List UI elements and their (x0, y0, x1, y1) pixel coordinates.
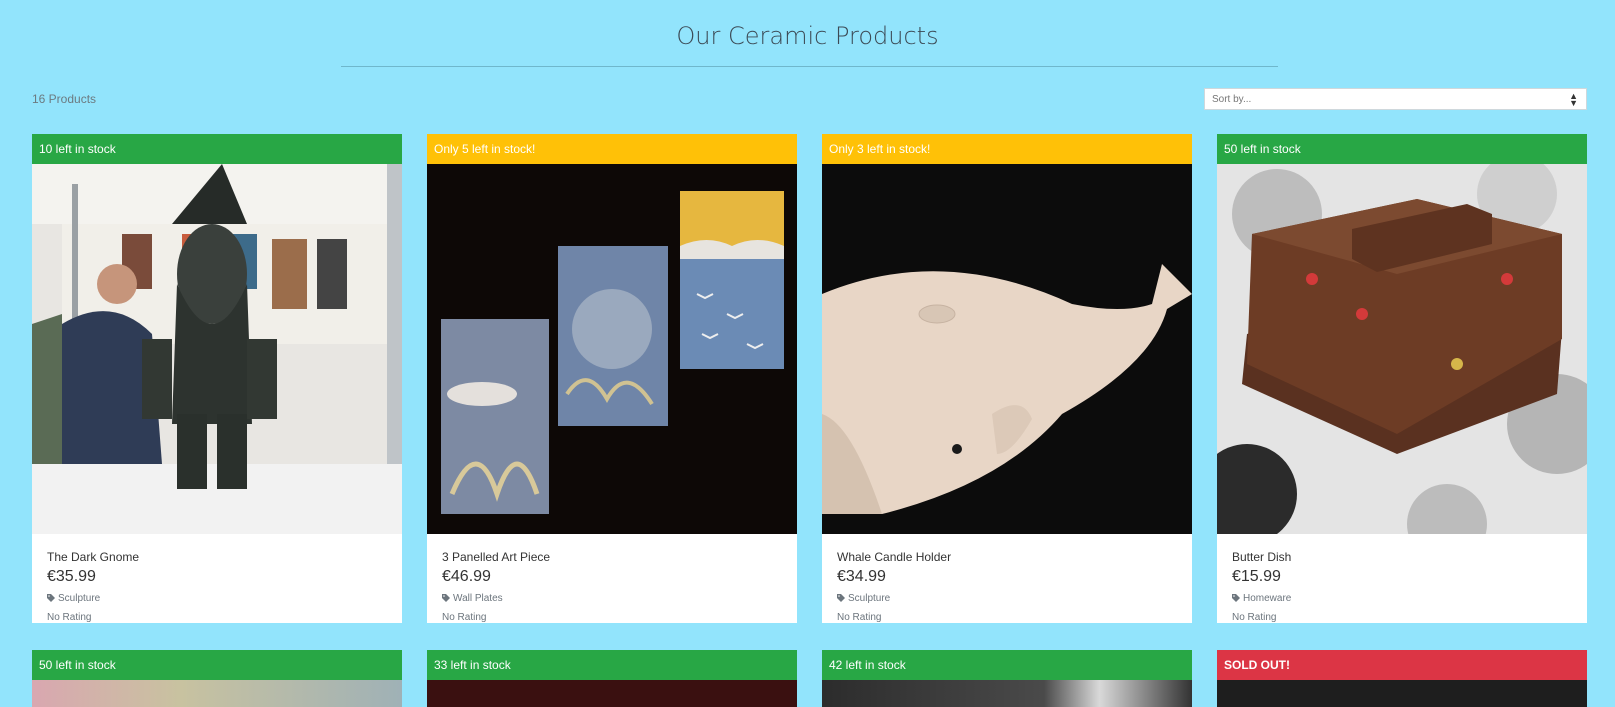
product-card[interactable]: Only 3 left in stock! Whale Candle Holde… (822, 134, 1192, 623)
product-count: 16 Products (32, 92, 97, 106)
page-title: Our Ceramic Products (676, 22, 939, 50)
product-name[interactable]: 3 Panelled Art Piece (442, 550, 782, 564)
sort-placeholder: Sort by... (1212, 94, 1252, 105)
stock-badge: Only 3 left in stock! (822, 134, 1192, 164)
product-image[interactable] (1217, 164, 1587, 534)
sort-arrows-icon: ▲ ▼ (1569, 91, 1578, 108)
product-card[interactable]: 50 left in stock (32, 650, 402, 707)
product-category[interactable]: Sculpture (837, 593, 1177, 604)
product-card[interactable]: Only 5 left in stock! 3 Panelled Art Pie… (427, 134, 797, 623)
tag-icon (1232, 594, 1240, 602)
product-price: €15.99 (1232, 568, 1281, 585)
product-image[interactable] (427, 680, 797, 707)
stock-badge: 50 left in stock (1217, 134, 1587, 164)
product-rating: No Rating (442, 612, 487, 623)
product-image[interactable] (427, 164, 797, 534)
tag-icon (442, 594, 450, 602)
title-divider (341, 66, 1278, 67)
stock-badge: 50 left in stock (32, 650, 402, 680)
product-category[interactable]: Sculpture (47, 593, 387, 604)
category-label: Sculpture (848, 593, 891, 604)
tag-icon (47, 594, 55, 602)
product-category[interactable]: Homeware (1232, 593, 1572, 604)
category-label: Wall Plates (453, 593, 503, 604)
stock-badge: 33 left in stock (427, 650, 797, 680)
product-category[interactable]: Wall Plates (442, 593, 782, 604)
product-rating: No Rating (1232, 612, 1277, 623)
stock-badge: 10 left in stock (32, 134, 402, 164)
sort-select[interactable]: Sort by... ▲ ▼ (1204, 88, 1587, 110)
product-rating: No Rating (47, 612, 92, 623)
product-price: €35.99 (47, 568, 96, 585)
product-card[interactable]: 10 left in stock The Dark Gnome €35.99 S… (32, 134, 402, 623)
product-image[interactable] (32, 680, 402, 707)
stock-badge: 42 left in stock (822, 650, 1192, 680)
product-name[interactable]: Butter Dish (1232, 550, 1572, 564)
stock-badge: SOLD OUT! (1217, 650, 1587, 680)
product-price: €34.99 (837, 568, 886, 585)
category-label: Sculpture (58, 593, 101, 604)
product-card[interactable]: 50 left in stock Butter Dish €15.99 Home… (1217, 134, 1587, 623)
product-card[interactable]: 33 left in stock (427, 650, 797, 707)
product-name[interactable]: Whale Candle Holder (837, 550, 1177, 564)
stock-badge: Only 5 left in stock! (427, 134, 797, 164)
product-image[interactable] (32, 164, 402, 534)
product-card[interactable]: 42 left in stock (822, 650, 1192, 707)
product-image[interactable] (822, 680, 1192, 707)
tag-icon (837, 594, 845, 602)
product-name[interactable]: The Dark Gnome (47, 550, 387, 564)
product-price: €46.99 (442, 568, 491, 585)
product-image[interactable] (1217, 680, 1587, 707)
product-image[interactable] (822, 164, 1192, 534)
product-card[interactable]: SOLD OUT! (1217, 650, 1587, 707)
product-rating: No Rating (837, 612, 882, 623)
category-label: Homeware (1243, 593, 1292, 604)
